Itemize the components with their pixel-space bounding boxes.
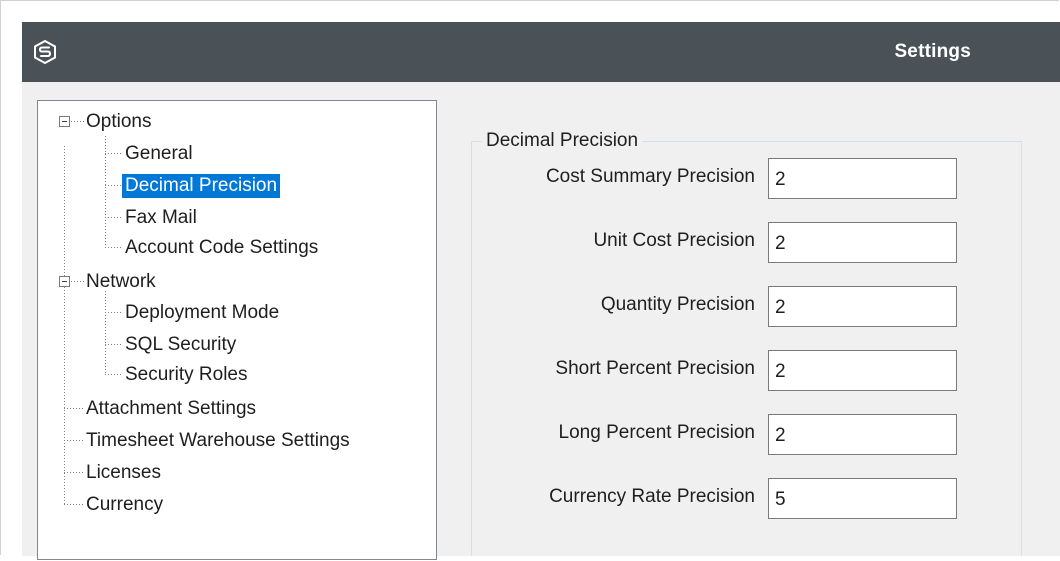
tree-item-attachment-settings[interactable]: Attachment Settings [83,397,259,421]
currency-rate-precision-label: Currency Rate Precision [549,486,755,507]
title-bar: Settings [22,22,1060,82]
tree-item-label: Account Code Settings [125,237,319,258]
unit-cost-precision-label: Unit Cost Precision [593,230,755,251]
cost-summary-precision-label: Cost Summary Precision [545,166,755,187]
tree-connector-lines [64,121,122,505]
tree-item-fax-mail[interactable]: Fax Mail [122,206,200,230]
settings-tree[interactable]: Options General Decimal Precision Fax Ma… [37,100,437,560]
tree-item-label: Attachment Settings [86,398,257,419]
app-logo-icon [34,39,56,65]
network-collapse-icon[interactable] [59,276,70,287]
tree-item-label: Timesheet Warehouse Settings [86,430,350,451]
tree-item-account-code-settings[interactable]: Account Code Settings [122,236,321,260]
tree-item-general[interactable]: General [122,142,196,166]
unit-cost-precision-input[interactable] [768,222,957,263]
tree-item-currency[interactable]: Currency [83,493,166,517]
tree-item-decimal-precision[interactable]: Decimal Precision [122,174,281,198]
tree-item-label: Licenses [86,462,161,483]
quantity-precision-label: Quantity Precision [600,294,755,315]
tree-item-security-roles[interactable]: Security Roles [122,363,251,387]
settings-dialog: Settings Options General Decimal Precisi… [22,22,1060,560]
tree-item-label: Network [86,271,156,292]
short-percent-precision-input[interactable] [768,350,957,391]
long-percent-precision-label: Long Percent Precision [558,422,755,443]
tree-item-label: Fax Mail [125,207,197,228]
tree-item-sql-security[interactable]: SQL Security [122,333,239,357]
tree-item-licenses[interactable]: Licenses [83,461,164,485]
tree-item-label: Security Roles [125,364,248,385]
tree-item-options[interactable]: Options [83,110,154,134]
short-percent-precision-label: Short Percent Precision [555,358,755,379]
tree-item-deployment-mode[interactable]: Deployment Mode [122,301,282,325]
tree-item-label: Deployment Mode [125,302,280,323]
tree-item-label: Options [86,111,152,132]
tree-item-network[interactable]: Network [83,270,159,294]
tree-item-label-selected: Decimal Precision [122,174,281,198]
currency-rate-precision-input[interactable] [768,478,957,519]
tree-item-timesheet-warehouse-settings[interactable]: Timesheet Warehouse Settings [83,429,353,453]
long-percent-precision-input[interactable] [768,414,957,455]
quantity-precision-input[interactable] [768,286,957,327]
tree-item-label: Currency [86,494,164,515]
tree-item-label: General [125,143,193,164]
group-title: Decimal Precision [482,130,643,152]
tree-item-label: SQL Security [125,334,237,355]
cost-summary-precision-input[interactable] [768,158,957,199]
options-collapse-icon[interactable] [59,116,70,127]
window-title: Settings [894,41,971,62]
